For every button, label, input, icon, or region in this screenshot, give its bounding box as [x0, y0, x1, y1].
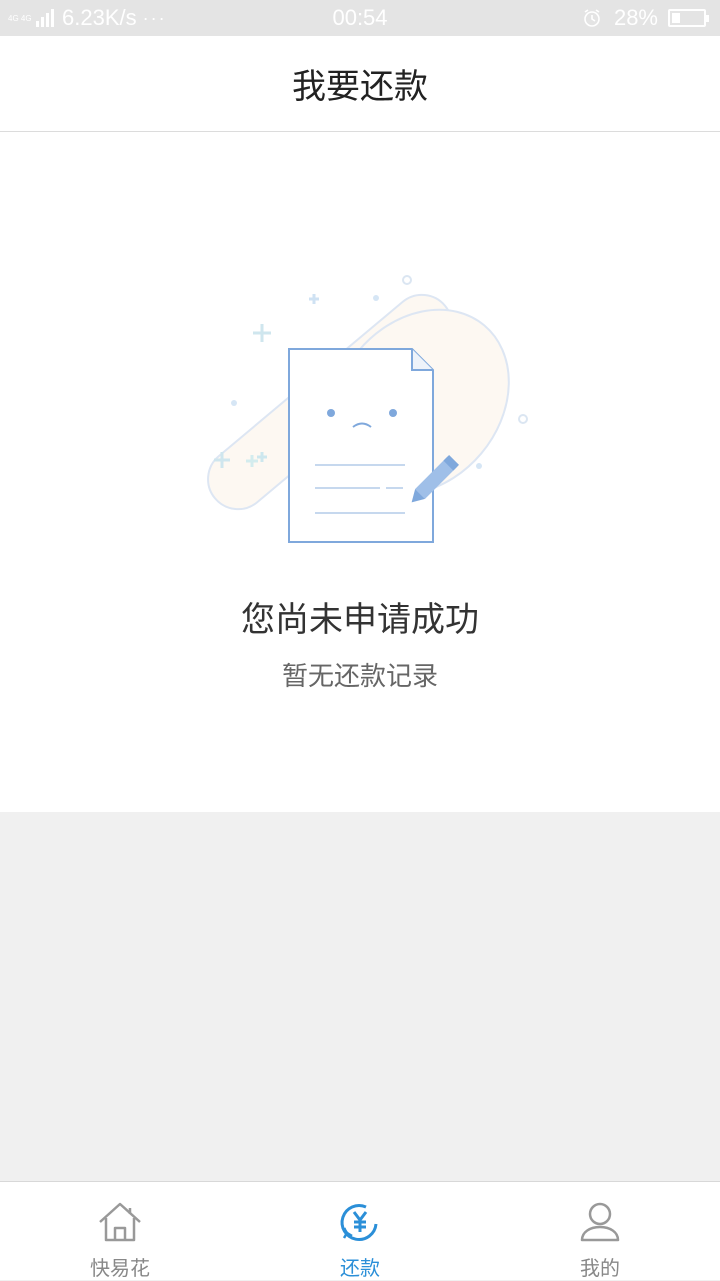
- empty-state-subtitle: 暂无还款记录: [281, 662, 438, 692]
- status-right: 28%: [582, 5, 709, 31]
- page-title: 我要还款: [292, 67, 428, 107]
- battery-fill: [672, 13, 680, 23]
- tab-home[interactable]: 快易花: [0, 1182, 240, 1281]
- alarm-icon: [584, 9, 600, 27]
- battery-tip: [706, 15, 709, 22]
- bottom-tab-bar: 快易花 还款 我的: [0, 1181, 720, 1280]
- tab-mine-label: 我的: [580, 1256, 620, 1280]
- tab-repay[interactable]: 还款: [240, 1182, 480, 1281]
- user-icon: [580, 1202, 620, 1242]
- tab-repay-label: 还款: [340, 1256, 380, 1280]
- empty-document-illustration: [207, 275, 528, 543]
- yen-repay-icon: [340, 1204, 378, 1241]
- battery-icon: [668, 9, 709, 27]
- tab-home-label: 快易花: [90, 1256, 150, 1280]
- tab-mine[interactable]: 我的: [480, 1182, 720, 1281]
- empty-state: 您尚未申请成功 暂无还款记录: [0, 132, 720, 812]
- empty-state-title: 您尚未申请成功: [241, 600, 479, 640]
- home-icon: [99, 1202, 141, 1242]
- battery-percent: 28%: [613, 5, 658, 30]
- status-bar: 4G 4G 6.23K/s ··· 00:54 28%: [0, 0, 720, 36]
- document-icon: [288, 348, 434, 543]
- page-header: 我要还款: [0, 36, 720, 132]
